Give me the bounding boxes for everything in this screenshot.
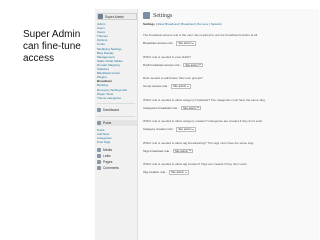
- role-select-value: Site admin: [174, 148, 189, 153]
- role-select[interactable]: Site admin: [172, 148, 194, 153]
- dashboard-icon: [97, 107, 101, 112]
- setting-tag-broadcast: Which role is needed to allow tag broadc…: [143, 140, 319, 153]
- role-select[interactable]: Site admin: [183, 62, 204, 67]
- menu-separator: [97, 102, 135, 104]
- role-select-value: Site admin: [173, 84, 187, 89]
- setting-question: Role needed to administer their own grou…: [143, 76, 203, 80]
- setting-label: Tag creation role :: [143, 170, 167, 175]
- menu-comments[interactable]: Comments: [97, 165, 137, 171]
- setting-question: Which role is needed to allow tag creati…: [143, 162, 248, 166]
- menu-pages-label: Pages: [103, 160, 113, 165]
- role-select[interactable]: Site admin: [171, 84, 192, 89]
- crumb-link[interactable]: Network: [211, 22, 222, 26]
- crumb-current: Settings: [143, 22, 155, 26]
- admin-sidebar: Super Admin Admin Users Views Themes Opt…: [95, 9, 138, 240]
- menu-separator: [97, 115, 135, 117]
- slide-caption: Super Admin can fine-tune access: [23, 29, 81, 64]
- setting-question: Which role is needed to allow category c…: [143, 119, 263, 123]
- sub-navigation: Settings | Allow Broadcast | Broadcast |…: [143, 22, 222, 26]
- setting-question: Which role is needed to allow category b…: [143, 97, 266, 102]
- role-select[interactable]: Site admin: [176, 41, 197, 46]
- link-icon: [97, 154, 101, 159]
- sidebar-item-theme-categories[interactable]: Theme categories: [97, 96, 137, 100]
- role-select[interactable]: Site admin: [168, 170, 190, 175]
- chevron-down-icon: [187, 85, 190, 87]
- setting-question: The broadcast access role is the user ro…: [143, 33, 258, 37]
- chevron-down-icon: [185, 171, 188, 173]
- setting-row: Draft broadcast access role : Site admin: [143, 62, 319, 67]
- setting-label: Category creation role :: [143, 127, 175, 132]
- setting-broadcast-access: The broadcast access role is the user ro…: [143, 33, 319, 46]
- menu-media-label: Media: [103, 148, 112, 153]
- setting-label: Group access role :: [143, 84, 170, 89]
- chevron-down-icon: [192, 128, 195, 130]
- setting-row: Category creation role : Site admin: [143, 127, 319, 132]
- role-select-value: Site admin: [185, 62, 199, 67]
- pin-icon: [97, 120, 101, 125]
- chevron-down-icon: [199, 64, 202, 66]
- setting-label: Categories broadcast role :: [143, 105, 180, 110]
- chevron-down-icon: [197, 107, 200, 109]
- role-select-value: Site admin: [178, 127, 192, 132]
- page-header: Settings: [143, 12, 319, 19]
- sidebar-item-post-tags[interactable]: Post Tags: [97, 140, 137, 144]
- setting-tag-creation: Which role is needed to allow tag creati…: [143, 162, 319, 175]
- role-select-value: Site admin: [183, 105, 197, 110]
- super-admin-submenu: Admin Users Views Themes Options Limits …: [97, 22, 137, 100]
- menu-dashboard[interactable]: Dashboard: [97, 107, 137, 113]
- menu-dashboard-label: Dashboard: [103, 107, 120, 112]
- settings-icon: [143, 12, 150, 19]
- admin-screenshot: Super Admin Admin Users Views Themes Opt…: [95, 9, 319, 240]
- posts-submenu: Posts Add New Categories Post Tags: [97, 128, 137, 144]
- crumb-link[interactable]: Remove: [197, 22, 208, 26]
- role-select-value: Site admin: [170, 170, 185, 175]
- super-admin-label: Super Admin: [105, 14, 124, 19]
- menu-posts-label: Posts: [103, 120, 112, 125]
- setting-draft-access: Which role is needed to post drafts? Dra…: [143, 54, 319, 67]
- menu-comments-label: Comments: [103, 166, 119, 171]
- super-admin-icon: [98, 14, 103, 19]
- setting-row: Categories broadcast role : Site admin: [143, 105, 319, 110]
- role-select[interactable]: Site admin: [176, 127, 197, 132]
- setting-label: Broadcast access role :: [143, 41, 175, 46]
- page-title: Settings: [153, 12, 173, 19]
- setting-label: Draft broadcast access role :: [143, 62, 182, 67]
- setting-question: Which role is needed to allow tag broadc…: [143, 140, 255, 145]
- setting-row: Tags broadcast role : Site admin: [143, 148, 319, 153]
- menu-posts[interactable]: Posts: [97, 119, 137, 126]
- setting-row: Tag creation role : Site admin: [143, 170, 319, 175]
- role-select[interactable]: Site admin: [181, 105, 202, 110]
- setting-question: Which role is needed to post drafts?: [143, 54, 191, 59]
- crumb-link[interactable]: Broadcast: [181, 22, 195, 26]
- menu-links-label: Links: [103, 154, 111, 159]
- setting-category-broadcast: Which role is needed to allow category b…: [143, 97, 319, 110]
- chevron-down-icon: [192, 42, 195, 44]
- settings-main: Settings Settings | Allow Broadcast | Br…: [143, 9, 319, 240]
- comment-icon: [97, 166, 101, 171]
- chevron-down-icon: [189, 150, 192, 152]
- crumb-link[interactable]: Allow Broadcast: [157, 22, 179, 26]
- setting-row: Broadcast access role : Site admin: [143, 41, 319, 46]
- setting-category-creation: Which role is needed to allow category c…: [143, 119, 319, 132]
- setting-group-access: Role needed to administer their own grou…: [143, 76, 319, 89]
- super-admin-menu[interactable]: Super Admin: [97, 13, 137, 20]
- setting-row: Group access role : Site admin: [143, 84, 319, 89]
- role-select-value: Site admin: [178, 41, 192, 46]
- page-icon: [97, 160, 101, 165]
- setting-label: Tags broadcast role :: [143, 148, 171, 153]
- media-icon: [97, 148, 101, 153]
